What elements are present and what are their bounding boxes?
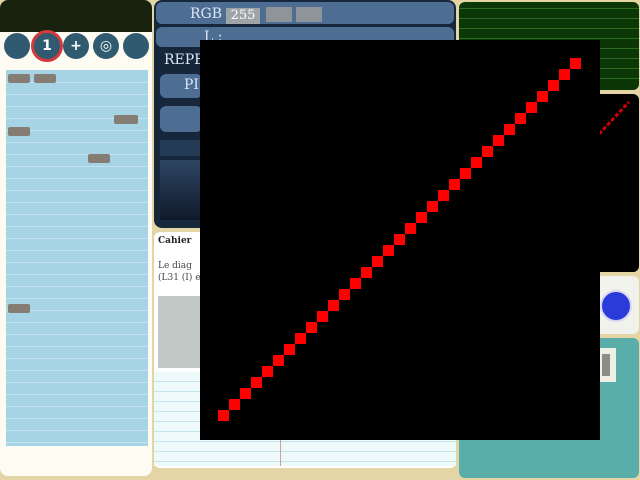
rgb-label: RGB bbox=[190, 6, 223, 22]
pixel-marker bbox=[372, 256, 383, 267]
grid-row bbox=[6, 382, 148, 395]
pixel-marker bbox=[284, 344, 295, 355]
pixel-marker bbox=[526, 102, 537, 113]
pixel-marker bbox=[262, 366, 273, 377]
pixel-marker bbox=[218, 410, 229, 421]
circle-button-icon[interactable] bbox=[4, 33, 30, 59]
green-line bbox=[459, 8, 639, 9]
pixel-marker bbox=[548, 80, 559, 91]
grid-row bbox=[6, 94, 148, 107]
grid-row bbox=[6, 250, 148, 263]
color-dot-icon[interactable] bbox=[600, 290, 632, 322]
plus-label: + bbox=[70, 38, 82, 54]
grid-row bbox=[6, 154, 148, 167]
grey-swatch[interactable] bbox=[266, 7, 292, 22]
pixel-marker bbox=[394, 234, 405, 245]
grid-tag bbox=[88, 154, 110, 163]
pixel-marker bbox=[317, 311, 328, 322]
pixel-marker bbox=[350, 278, 361, 289]
grid-row bbox=[6, 190, 148, 203]
grid-row bbox=[6, 334, 148, 347]
third-row-label: REPE bbox=[164, 52, 205, 68]
pixel-marker bbox=[416, 212, 427, 223]
grid-row bbox=[6, 178, 148, 191]
pixel-marker bbox=[493, 135, 504, 146]
pixel-line-canvas[interactable] bbox=[200, 40, 600, 440]
grid-tag bbox=[8, 74, 30, 83]
fifth-row-button[interactable] bbox=[160, 106, 202, 132]
pixel-marker bbox=[240, 388, 251, 399]
grid-tag bbox=[34, 74, 56, 83]
green-line bbox=[459, 18, 639, 19]
pixel-marker bbox=[339, 289, 350, 300]
pixel-marker bbox=[229, 399, 240, 410]
gradient-strip bbox=[160, 160, 202, 220]
grid-row bbox=[6, 430, 148, 443]
digit-one-label: 1 bbox=[42, 38, 52, 54]
pixel-marker bbox=[383, 245, 394, 256]
grid-row bbox=[6, 202, 148, 215]
grid-row bbox=[6, 274, 148, 287]
plus-icon[interactable]: + bbox=[63, 33, 89, 59]
green-line bbox=[459, 28, 639, 29]
pixel-marker bbox=[471, 157, 482, 168]
pixel-marker bbox=[504, 124, 515, 135]
fourth-row-label: PI bbox=[184, 77, 199, 93]
pixel-marker bbox=[515, 113, 526, 124]
grid-row bbox=[6, 226, 148, 239]
pixel-marker bbox=[427, 201, 438, 212]
pixel-marker bbox=[570, 58, 581, 69]
sixth-row bbox=[160, 140, 202, 156]
number-grid bbox=[6, 70, 148, 446]
grid-row bbox=[6, 418, 148, 431]
grid-row bbox=[6, 346, 148, 359]
pixel-marker bbox=[361, 267, 372, 278]
grid-row bbox=[6, 322, 148, 335]
rgb-value[interactable]: 255 bbox=[226, 8, 260, 24]
grid-row bbox=[6, 286, 148, 299]
target-label: ◎ bbox=[99, 38, 113, 54]
grid-row bbox=[6, 214, 148, 227]
circle-button-icon[interactable] bbox=[123, 33, 149, 59]
grid-row bbox=[6, 82, 148, 95]
target-icon[interactable]: ◎ bbox=[93, 33, 119, 59]
pixel-marker bbox=[306, 322, 317, 333]
teal-panel-slider[interactable] bbox=[602, 354, 610, 376]
pixel-marker bbox=[482, 146, 493, 157]
third-row: REPE bbox=[156, 50, 205, 70]
grid-row bbox=[6, 142, 148, 155]
pixel-marker bbox=[273, 355, 284, 366]
grid-row bbox=[6, 358, 148, 371]
pixel-marker bbox=[559, 69, 570, 80]
grid-row bbox=[6, 238, 148, 251]
grey-swatch[interactable] bbox=[296, 7, 322, 22]
grid-tag bbox=[114, 115, 138, 124]
pixel-marker bbox=[460, 168, 471, 179]
grid-row bbox=[6, 262, 148, 275]
grid-row bbox=[6, 406, 148, 419]
fourth-row-button[interactable]: PI bbox=[160, 74, 202, 98]
notes-title: Cahier bbox=[158, 236, 192, 246]
pixel-line-svg bbox=[218, 58, 581, 421]
pixel-marker bbox=[295, 333, 306, 344]
grid-row bbox=[6, 166, 148, 179]
grid-tag bbox=[8, 127, 30, 136]
pixel-marker bbox=[438, 190, 449, 201]
rgb-row: RGB 255 bbox=[156, 2, 454, 24]
pixel-marker bbox=[405, 223, 416, 234]
notes-image bbox=[158, 296, 202, 368]
pixel-marker bbox=[449, 179, 460, 190]
pixel-marker bbox=[251, 377, 262, 388]
left-toolbar: 1 + ◎ bbox=[0, 28, 152, 68]
pixel-marker bbox=[328, 300, 339, 311]
green-line bbox=[459, 38, 639, 39]
grid-row bbox=[6, 370, 148, 383]
grid-tag bbox=[8, 304, 30, 313]
pixel-marker bbox=[537, 91, 548, 102]
grid-row bbox=[6, 394, 148, 407]
digit-one-icon[interactable]: 1 bbox=[31, 30, 63, 62]
